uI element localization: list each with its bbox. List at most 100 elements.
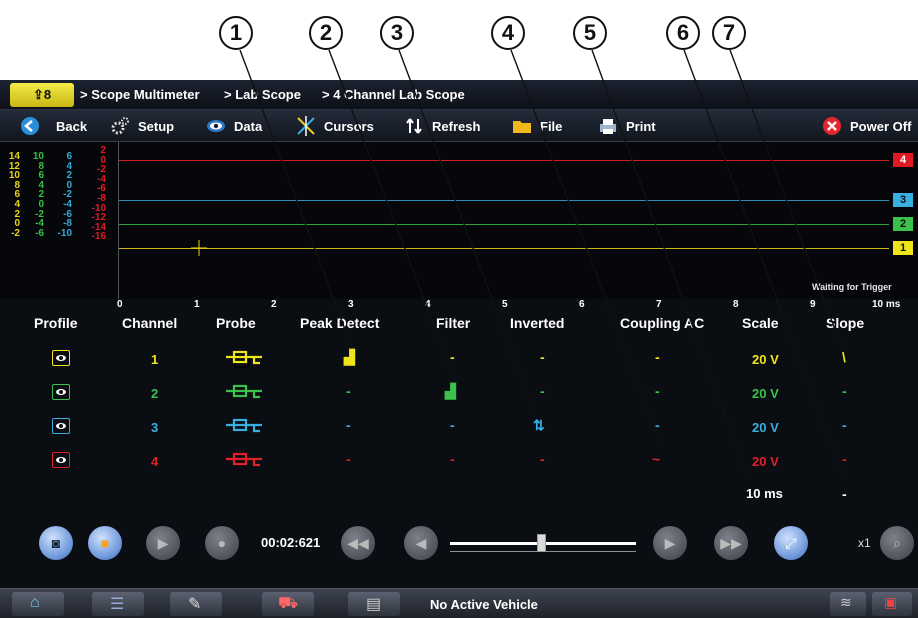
- car-icon: ⛟: [278, 595, 299, 612]
- inverted-value[interactable]: ⇅: [533, 417, 545, 434]
- magnifier-icon: ⌕: [893, 535, 901, 551]
- coupling-ac-value[interactable]: ~: [652, 451, 660, 467]
- skip-to-end-button[interactable]: ▶▶: [714, 526, 748, 560]
- scale-value[interactable]: 20 V: [752, 386, 779, 401]
- inverted-value[interactable]: -: [540, 349, 545, 365]
- x-tick: 3: [348, 299, 354, 310]
- channel-settings-table: Profile Channel Probe Peak Detect Filter…: [0, 311, 918, 511]
- channel-number: 2: [151, 386, 159, 401]
- slope-value[interactable]: -: [842, 383, 847, 399]
- stop-button[interactable]: ■: [88, 526, 122, 560]
- step-back-button[interactable]: ◀: [404, 526, 438, 560]
- callout-5: 5: [573, 16, 607, 50]
- scope-plot-area[interactable]: [118, 142, 889, 299]
- scanner-screen: ⇪8 > Scope Multimeter > Lab Scope > 4 Ch…: [0, 80, 918, 618]
- breadcrumb-lab-scope[interactable]: > Lab Scope: [224, 87, 301, 102]
- home-task-button[interactable]: ⌂: [12, 592, 64, 616]
- breadcrumb-scope-multimeter[interactable]: > Scope Multimeter: [80, 87, 200, 102]
- filter-value[interactable]: -: [450, 349, 455, 365]
- cursors-button[interactable]: Cursors: [296, 114, 374, 138]
- x-tick: 7: [656, 299, 662, 310]
- record-icon: ●: [217, 535, 227, 551]
- play-icon: ▶: [157, 535, 169, 551]
- channel-tag-4[interactable]: 4: [893, 153, 913, 167]
- data-button[interactable]: Data: [206, 114, 262, 138]
- system-task-button[interactable]: ▣: [872, 592, 912, 616]
- camera-icon: ◙: [51, 535, 61, 551]
- home-tab[interactable]: ⇪8: [10, 83, 74, 107]
- slope-value[interactable]: \: [842, 349, 846, 365]
- peak-detect-value[interactable]: -: [346, 451, 351, 467]
- edit-task-button[interactable]: ✎: [170, 592, 222, 616]
- camera-snapshot-button[interactable]: ◙: [39, 526, 73, 560]
- zoom-button[interactable]: ⌕: [880, 526, 914, 560]
- filter-value[interactable]: -: [450, 417, 455, 433]
- trigger-slope[interactable]: -: [842, 486, 847, 502]
- peak-detect-value[interactable]: -: [346, 417, 351, 433]
- setup-button[interactable]: Setup: [110, 114, 174, 138]
- scale-value[interactable]: 20 V: [752, 420, 779, 435]
- profile-eye-icon[interactable]: [52, 384, 70, 400]
- trigger-status: Waiting for Trigger: [812, 282, 892, 292]
- scale-column-ch4: 2 0 -2 -4 -6 -8 -10 -12 -14 -16: [78, 146, 106, 242]
- step-forward-button[interactable]: ▶: [653, 526, 687, 560]
- wifi-task-button[interactable]: ≋: [830, 592, 866, 616]
- crosshair-cursor-icon[interactable]: [191, 240, 207, 256]
- x-tick: 4: [425, 299, 431, 310]
- buffer-slider-thumb[interactable]: [537, 534, 546, 552]
- channel-number: 1: [151, 352, 159, 367]
- stop-icon: ■: [100, 535, 110, 551]
- print-button[interactable]: Print: [598, 114, 656, 138]
- back-label: Back: [56, 118, 88, 134]
- peak-detect-value[interactable]: ▟: [344, 349, 355, 366]
- cursors-label: Cursors: [324, 118, 374, 134]
- zoom-level: x1: [858, 536, 871, 550]
- power-off-label: Power Off: [850, 118, 912, 134]
- timebase-scale[interactable]: 10 ms: [746, 486, 783, 501]
- cursors-icon: [297, 116, 315, 136]
- scale-value: -6: [35, 227, 44, 239]
- filter-value[interactable]: -: [450, 451, 455, 467]
- profile-eye-icon[interactable]: [52, 418, 70, 434]
- scanner-task-button[interactable]: ⛟: [262, 592, 314, 616]
- x-tick: 9: [810, 299, 816, 310]
- eye-icon: [207, 120, 225, 132]
- channel-tag-1[interactable]: 1: [893, 241, 913, 255]
- inverted-value[interactable]: -: [540, 451, 545, 467]
- slope-value[interactable]: -: [842, 451, 847, 467]
- scale-value[interactable]: 20 V: [752, 454, 779, 469]
- peak-detect-value[interactable]: -: [346, 383, 351, 399]
- coupling-ac-value[interactable]: -: [655, 417, 660, 433]
- fit-to-screen-button[interactable]: ⤢: [774, 526, 808, 560]
- back-arrow-icon: [21, 117, 39, 135]
- channel-number: 4: [151, 454, 159, 469]
- filter-value[interactable]: ▟: [445, 383, 456, 400]
- fast-forward-icon: ▶▶: [720, 535, 742, 551]
- back-button[interactable]: Back: [20, 114, 87, 138]
- time-axis: 0 1 2 3 4 5 6 7 8 9 10 ms: [0, 299, 918, 311]
- profile-eye-icon[interactable]: [52, 350, 70, 366]
- file-button[interactable]: File: [512, 114, 562, 138]
- coupling-ac-value[interactable]: -: [655, 349, 660, 365]
- skip-to-start-button[interactable]: ◀◀: [341, 526, 375, 560]
- channel-tag-2[interactable]: 2: [893, 217, 913, 231]
- slope-value[interactable]: -: [842, 417, 847, 433]
- setup-label: Setup: [138, 118, 175, 134]
- refresh-button[interactable]: Refresh: [404, 114, 480, 138]
- channel-tag-3[interactable]: 3: [893, 193, 913, 207]
- breadcrumb-4-channel-lab-scope: > 4 Channel Lab Scope: [322, 87, 465, 102]
- inverted-value[interactable]: -: [540, 383, 545, 399]
- record-button[interactable]: ●: [205, 526, 239, 560]
- scale-value[interactable]: 20 V: [752, 352, 779, 367]
- probe-icon-ch4: [226, 452, 262, 467]
- header-coupling-ac: Coupling AC: [620, 315, 705, 331]
- coupling-ac-value[interactable]: -: [655, 383, 660, 399]
- tools-task-button[interactable]: ☰: [92, 592, 144, 616]
- profile-eye-icon[interactable]: [52, 452, 70, 468]
- printer-task-button[interactable]: ▤: [348, 592, 400, 616]
- header-peak-detect: Peak Detect: [300, 315, 380, 331]
- power-off-button[interactable]: Power Off: [822, 114, 911, 138]
- callout-6: 6: [666, 16, 700, 50]
- print-label: Print: [626, 118, 656, 134]
- play-button[interactable]: ▶: [146, 526, 180, 560]
